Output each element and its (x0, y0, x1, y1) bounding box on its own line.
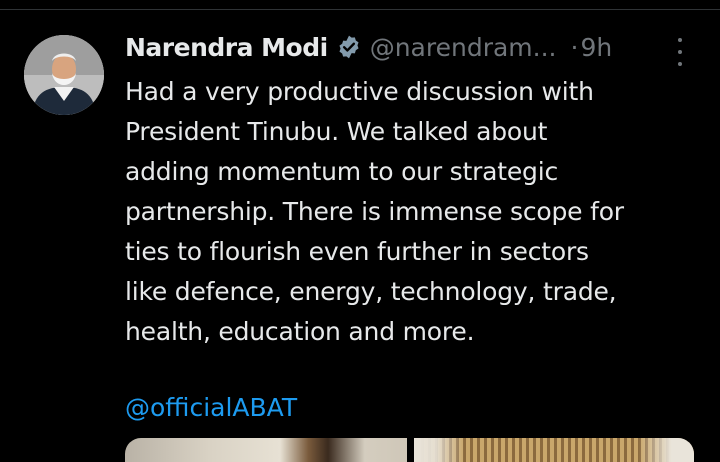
tweet-text: Had a very productive discussion with Pr… (125, 77, 624, 346)
more-dot (678, 50, 682, 54)
avatar-photo (24, 35, 104, 115)
media-image-right[interactable] (414, 438, 694, 462)
media-image-left[interactable] (125, 438, 407, 462)
mention-link[interactable]: @officialABAT (125, 390, 297, 426)
tweet-header: Narendra Modi @narendram... · 9h (125, 30, 685, 64)
tweet[interactable]: Narendra Modi @narendram... · 9h Had a v… (0, 10, 720, 462)
more-vertical-icon[interactable] (672, 38, 688, 66)
more-dot (678, 38, 682, 42)
avatar[interactable] (24, 35, 104, 115)
verified-badge-icon (336, 34, 362, 60)
tweet-time[interactable]: 9h (580, 33, 612, 62)
author-handle[interactable]: @narendram... (370, 33, 557, 62)
more-dot (678, 62, 682, 66)
author-name[interactable]: Narendra Modi (125, 33, 328, 62)
separator-dot: · (570, 32, 579, 62)
